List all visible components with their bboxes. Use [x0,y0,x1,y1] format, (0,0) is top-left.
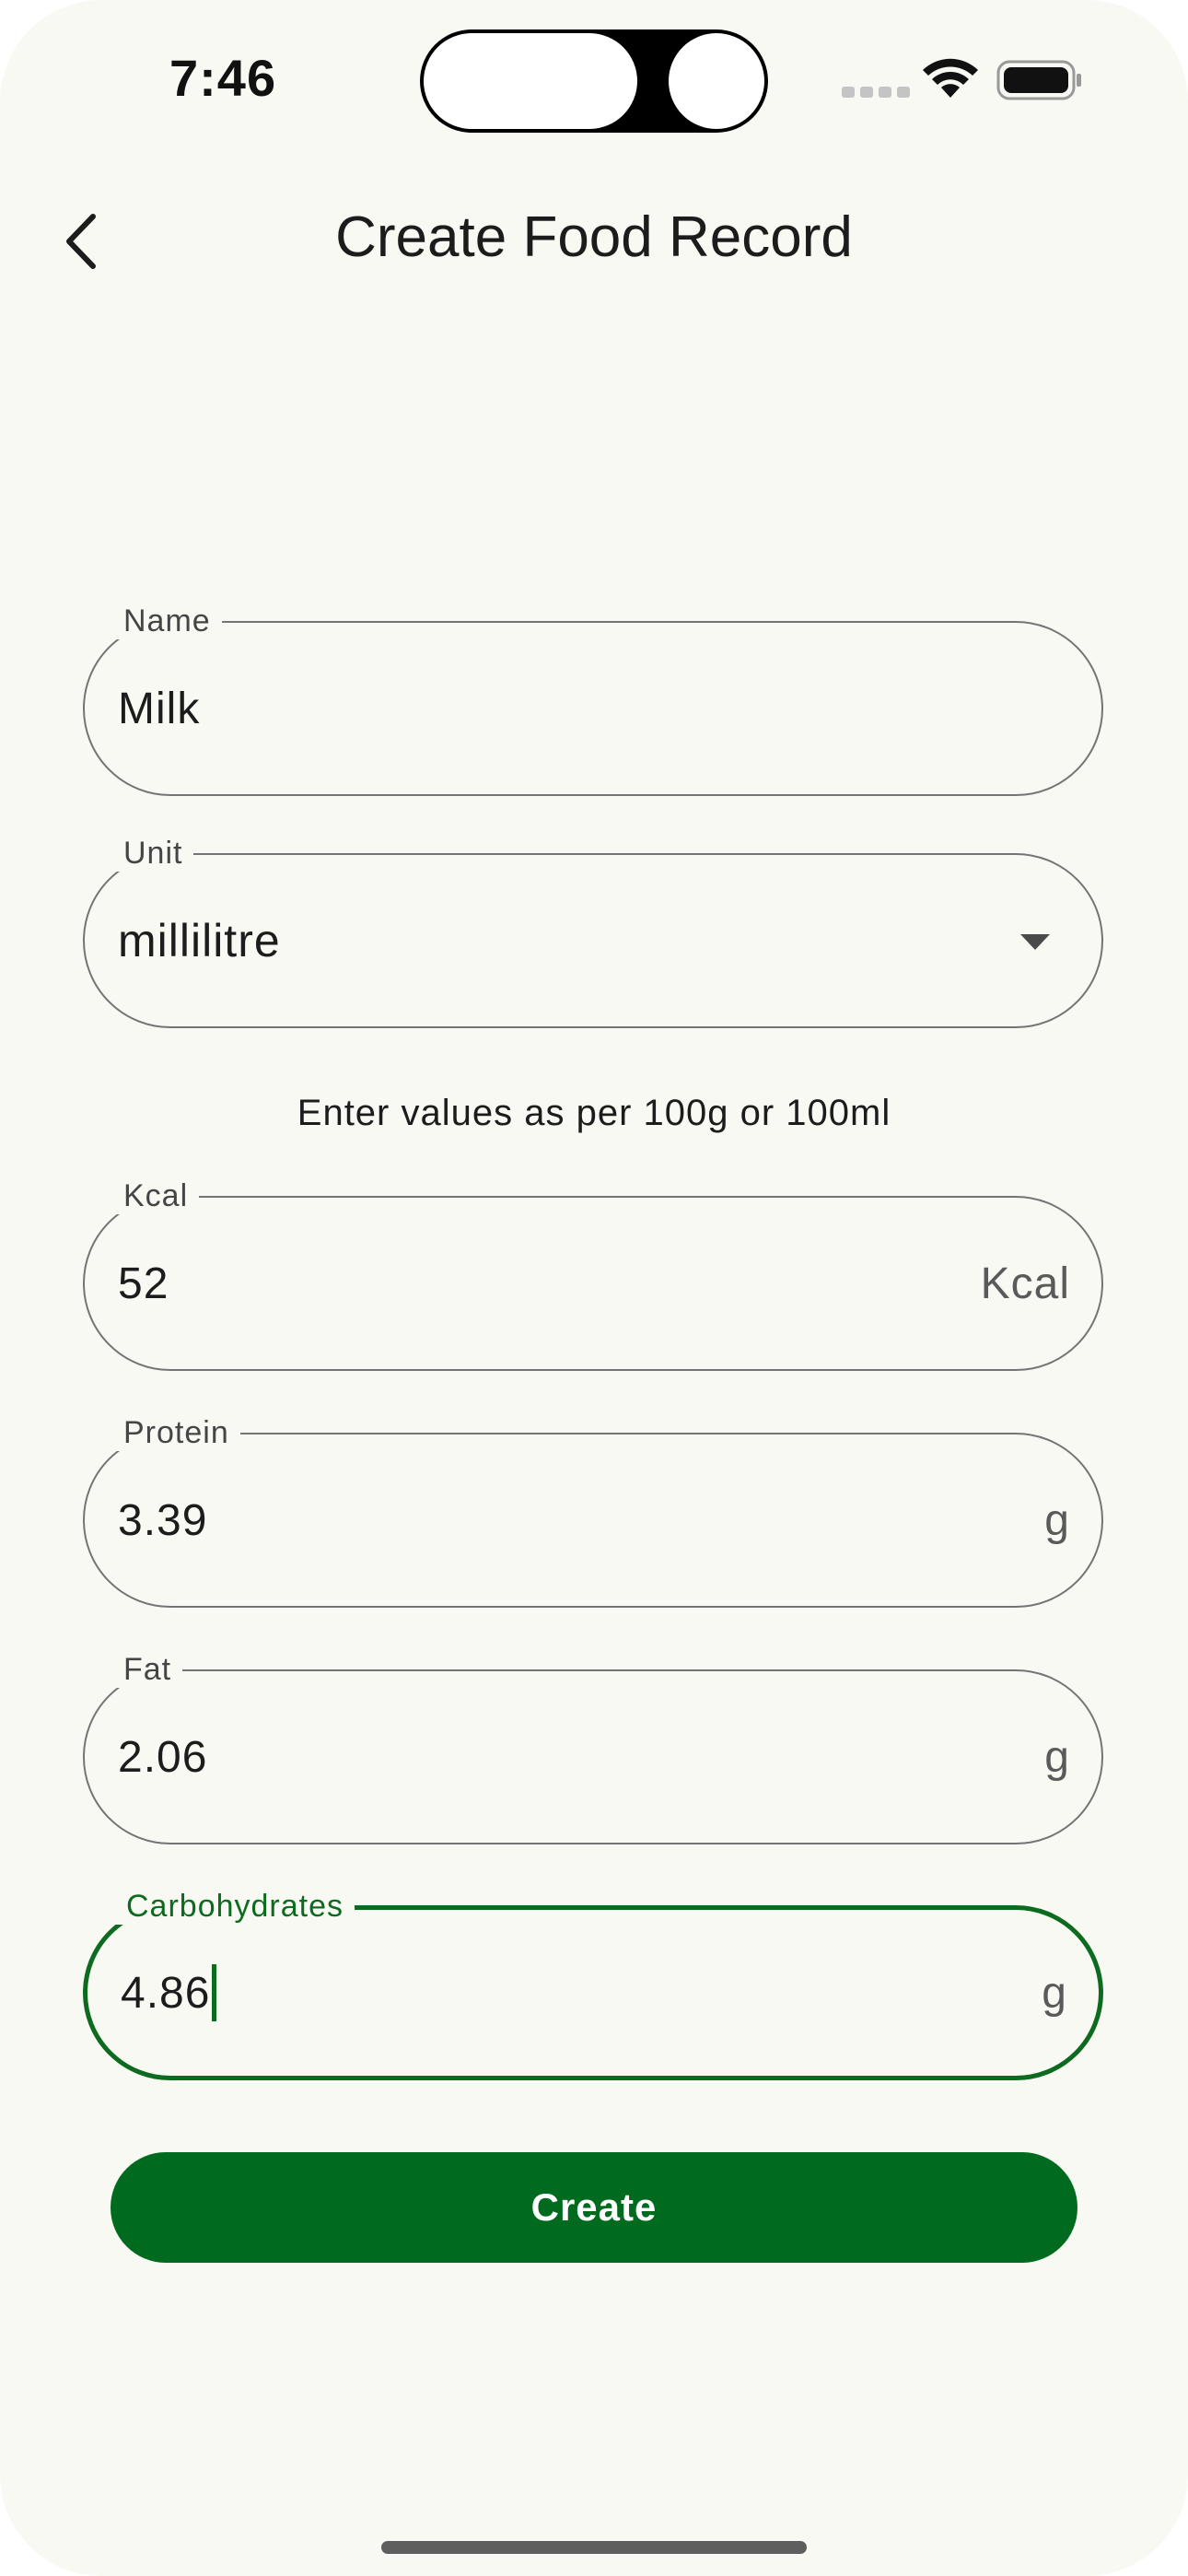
unit-dropdown-value: millilitre [118,915,281,966]
page-title: Create Food Record [335,205,853,269]
status-time: 7:46 [169,49,277,107]
values-hint: Enter values as per 100g or 100ml [297,1093,891,1133]
carbohydrates-field[interactable]: Carbohydrates 4.86 g [83,1888,1103,2080]
fat-field[interactable]: Fat 2.06 g [83,1651,1103,1844]
create-button[interactable]: Create [111,2152,1077,2263]
dropdown-arrow-icon [1020,934,1050,950]
kcal-field-suffix: Kcal [980,1259,1070,1308]
wifi-icon [923,58,978,98]
text-caret [212,1964,217,2021]
island-dot [669,33,764,129]
protein-field-value: 3.39 [118,1495,208,1545]
protein-field-suffix: g [1044,1495,1070,1545]
carbohydrates-field-value: 4.86 [121,1968,211,2018]
home-indicator[interactable] [381,2541,807,2554]
name-field-value: Milk [118,684,201,733]
carbohydrates-field-suffix: g [1042,1968,1067,2018]
app-screen: 7:46 Create Food Record Name Milk Unit m… [0,0,1188,2576]
protein-field[interactable]: Protein 3.39 g [83,1414,1103,1608]
island-pill [424,33,637,129]
unit-dropdown[interactable]: Unit millilitre [83,835,1103,1028]
signal-dots-icon [842,87,910,98]
kcal-field-value: 52 [118,1259,169,1308]
fat-field-suffix: g [1044,1732,1070,1782]
dynamic-island [420,29,768,133]
name-field[interactable]: Name Milk [83,603,1103,796]
carbohydrates-field-input[interactable]: 4.86 [121,1910,217,2076]
battery-icon [996,60,1081,100]
fat-field-value: 2.06 [118,1732,208,1782]
kcal-field[interactable]: Kcal 52 Kcal [83,1177,1103,1371]
